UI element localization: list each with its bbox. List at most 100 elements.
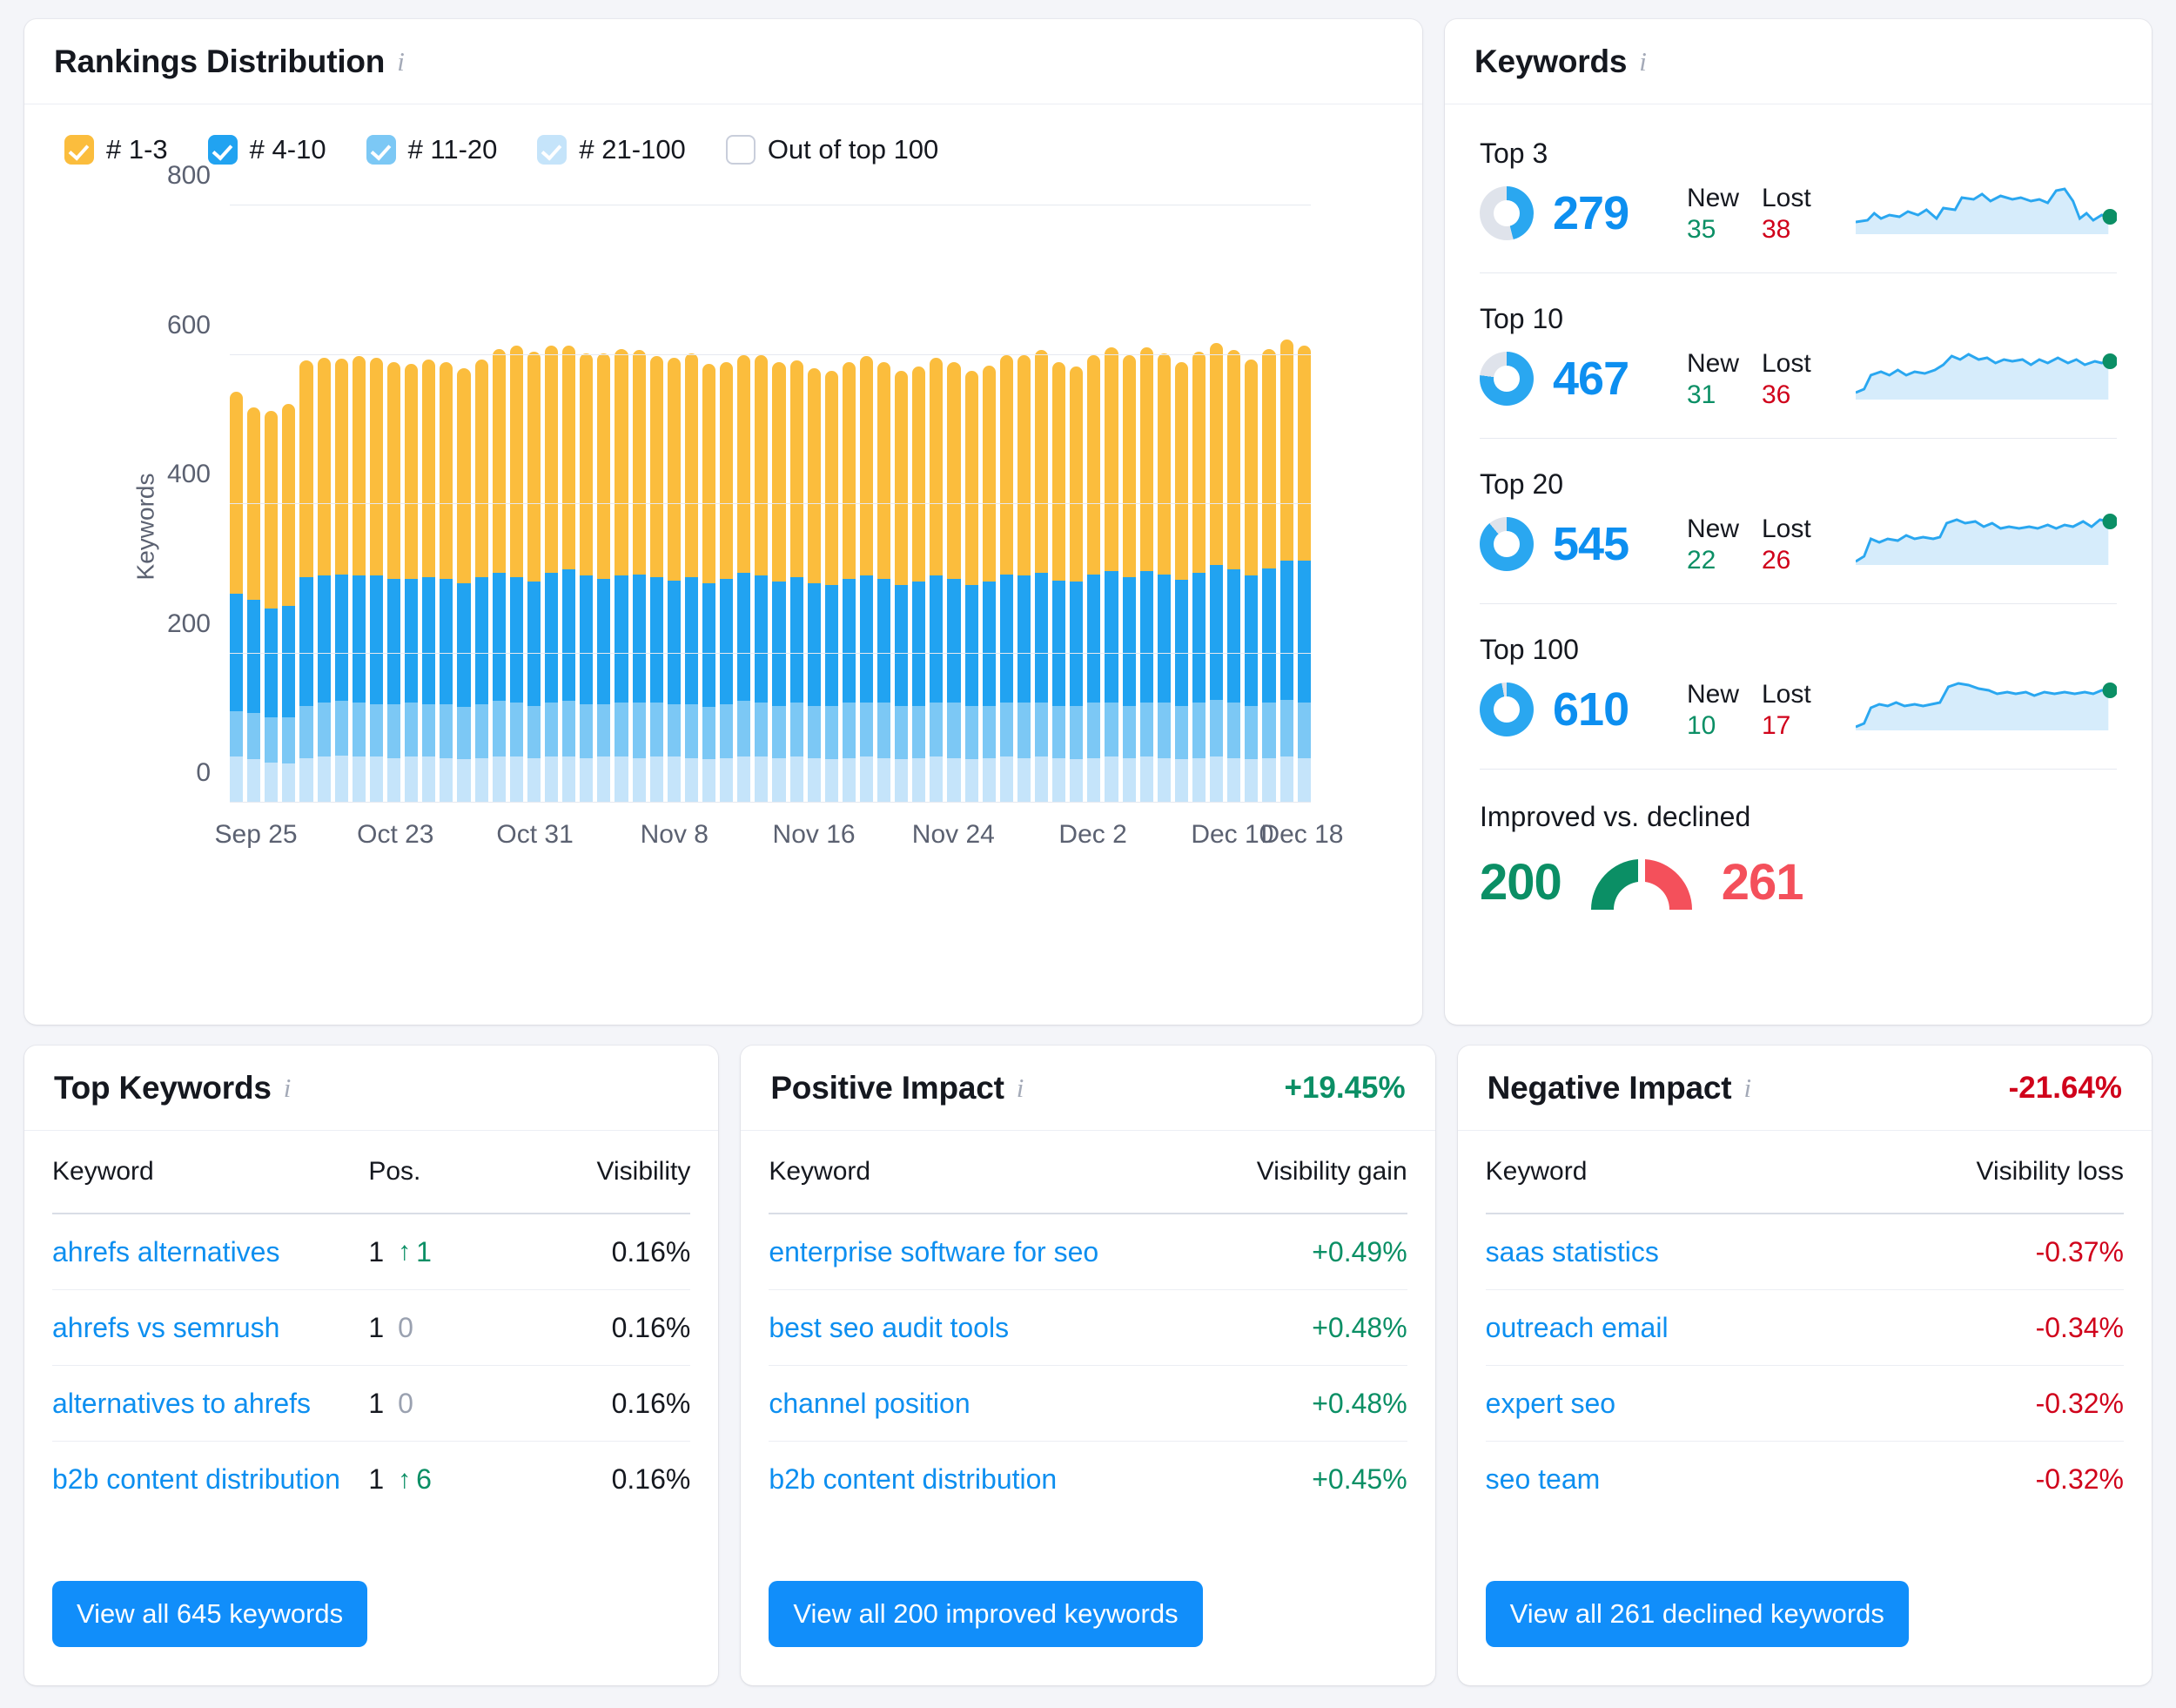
chart-bar[interactable] — [317, 357, 331, 803]
chart-bar[interactable] — [580, 353, 594, 803]
chart-bar[interactable] — [1052, 362, 1066, 803]
table-row[interactable]: enterprise software for seo +0.49% — [769, 1214, 1407, 1290]
chart-bar[interactable] — [1245, 359, 1259, 803]
chart-bar[interactable] — [1210, 342, 1224, 803]
chart-bar[interactable] — [912, 366, 926, 803]
chart-bar[interactable] — [684, 353, 698, 803]
chart-bar[interactable] — [1087, 354, 1101, 803]
chart-bar[interactable] — [1174, 362, 1189, 803]
chart-bar[interactable] — [859, 356, 874, 803]
chart-bar[interactable] — [562, 346, 576, 803]
chart-bar[interactable] — [282, 404, 296, 803]
keyword-link[interactable]: b2b content distribution — [52, 1463, 368, 1496]
info-icon[interactable]: i — [284, 1073, 292, 1104]
checkbox-checked-icon[interactable] — [366, 135, 396, 165]
chart-bar[interactable] — [930, 357, 944, 803]
chart-bar[interactable] — [947, 362, 961, 803]
view-all-keywords-button[interactable]: View all 645 keywords — [52, 1581, 368, 1647]
keyword-link[interactable]: alternatives to ahrefs — [52, 1388, 368, 1420]
chart-bar[interactable] — [352, 356, 366, 803]
table-row[interactable]: best seo audit tools +0.48% — [769, 1290, 1407, 1366]
chart-bar[interactable] — [842, 362, 856, 803]
chart-bar[interactable] — [597, 353, 611, 803]
chart-bar[interactable] — [1279, 340, 1293, 803]
keyword-link[interactable]: ahrefs vs semrush — [52, 1312, 368, 1344]
checkbox-empty-icon[interactable] — [725, 135, 756, 165]
chart-bar[interactable] — [1122, 354, 1136, 803]
checkbox-checked-icon[interactable] — [207, 135, 238, 165]
chart-bar[interactable] — [1139, 346, 1153, 803]
keywords-row-top-10[interactable]: Top 10 467 New 31 Lost 36 — [1480, 273, 2118, 439]
checkbox-checked-icon[interactable] — [537, 135, 568, 165]
chart-bar[interactable] — [982, 365, 996, 803]
keywords-row-top-100[interactable]: Top 100 610 New 10 Lost 17 — [1480, 604, 2118, 770]
chart-bar[interactable] — [667, 357, 681, 803]
chart-bar[interactable] — [702, 363, 716, 803]
chart-bar[interactable] — [1157, 353, 1171, 803]
chart-bar[interactable] — [632, 350, 646, 803]
keyword-link[interactable]: channel position — [769, 1388, 1145, 1420]
keywords-row-top-20[interactable]: Top 20 545 New 22 Lost 26 — [1480, 439, 2118, 604]
chart-bar[interactable] — [369, 357, 383, 803]
info-icon[interactable]: i — [1639, 46, 1647, 77]
legend-item-1[interactable]: # 4-10 — [207, 134, 326, 165]
table-row[interactable]: ahrefs vs semrush 1 0 0.16% — [52, 1290, 691, 1366]
view-all-improved-keywords-button[interactable]: View all 200 improved keywords — [769, 1581, 1203, 1647]
chart-bar[interactable] — [492, 348, 506, 803]
chart-bar[interactable] — [544, 346, 559, 803]
table-row[interactable]: outreach email -0.34% — [1485, 1290, 2124, 1366]
chart-bar[interactable] — [230, 392, 244, 803]
table-row[interactable]: ahrefs alternatives 1 ↑ 1 0.16% — [52, 1214, 691, 1290]
chart-bar[interactable] — [265, 410, 279, 803]
checkbox-checked-icon[interactable] — [64, 135, 94, 165]
table-row[interactable]: alternatives to ahrefs 1 0 0.16% — [52, 1366, 691, 1442]
chart-bar[interactable] — [1262, 348, 1276, 803]
chart-bar[interactable] — [772, 362, 786, 803]
keyword-link[interactable]: seo team — [1486, 1463, 1863, 1496]
keyword-link[interactable]: best seo audit tools — [769, 1312, 1145, 1344]
chart-bar[interactable] — [1192, 352, 1206, 803]
chart-bar[interactable] — [824, 371, 838, 803]
table-row[interactable]: b2b content distribution 1 ↑ 6 0.16% — [52, 1442, 690, 1517]
chart-bar[interactable] — [422, 359, 436, 803]
chart-bar[interactable] — [1105, 346, 1118, 803]
keyword-link[interactable]: ahrefs alternatives — [52, 1236, 368, 1268]
chart-bar[interactable] — [1227, 350, 1241, 803]
chart-bar[interactable] — [720, 362, 734, 803]
keyword-link[interactable]: outreach email — [1486, 1312, 1863, 1344]
chart-bar[interactable] — [1035, 350, 1049, 803]
view-all-declined-keywords-button[interactable]: View all 261 declined keywords — [1485, 1581, 1909, 1647]
table-row[interactable]: seo team -0.32% — [1486, 1442, 2124, 1517]
keyword-link[interactable]: expert seo — [1486, 1388, 1863, 1420]
chart-bar[interactable] — [877, 362, 891, 803]
table-row[interactable]: b2b content distribution +0.45% — [769, 1442, 1407, 1517]
chart-bar[interactable] — [527, 352, 541, 803]
legend-item-0[interactable]: # 1-3 — [64, 134, 168, 165]
chart-bar[interactable] — [615, 348, 628, 803]
chart-bar[interactable] — [789, 360, 803, 803]
chart-bar[interactable] — [964, 371, 978, 803]
chart-bar[interactable] — [509, 346, 523, 803]
chart-bar[interactable] — [1297, 346, 1311, 803]
info-icon[interactable]: i — [1743, 1073, 1751, 1104]
chart-bar[interactable] — [649, 356, 663, 803]
chart-bar[interactable] — [299, 360, 313, 803]
chart-bar[interactable] — [334, 358, 348, 803]
chart-bar[interactable] — [737, 354, 751, 803]
chart-bar[interactable] — [1070, 366, 1084, 803]
chart-bar[interactable] — [807, 367, 821, 803]
chart-bar[interactable] — [386, 362, 401, 803]
keyword-link[interactable]: enterprise software for seo — [769, 1236, 1145, 1268]
keyword-link[interactable]: saas statistics — [1486, 1236, 1863, 1268]
chart-bar[interactable] — [755, 354, 769, 803]
info-icon[interactable]: i — [397, 46, 405, 77]
chart-bar[interactable] — [895, 371, 909, 803]
table-row[interactable]: expert seo -0.32% — [1485, 1366, 2124, 1442]
info-icon[interactable]: i — [1017, 1073, 1024, 1104]
legend-item-4[interactable]: Out of top 100 — [725, 134, 938, 165]
chart-bar[interactable] — [440, 362, 453, 803]
chart-bar[interactable] — [999, 354, 1013, 803]
table-row[interactable]: saas statistics -0.37% — [1485, 1214, 2124, 1290]
chart-bar[interactable] — [247, 407, 261, 803]
legend-item-2[interactable]: # 11-20 — [366, 134, 497, 165]
